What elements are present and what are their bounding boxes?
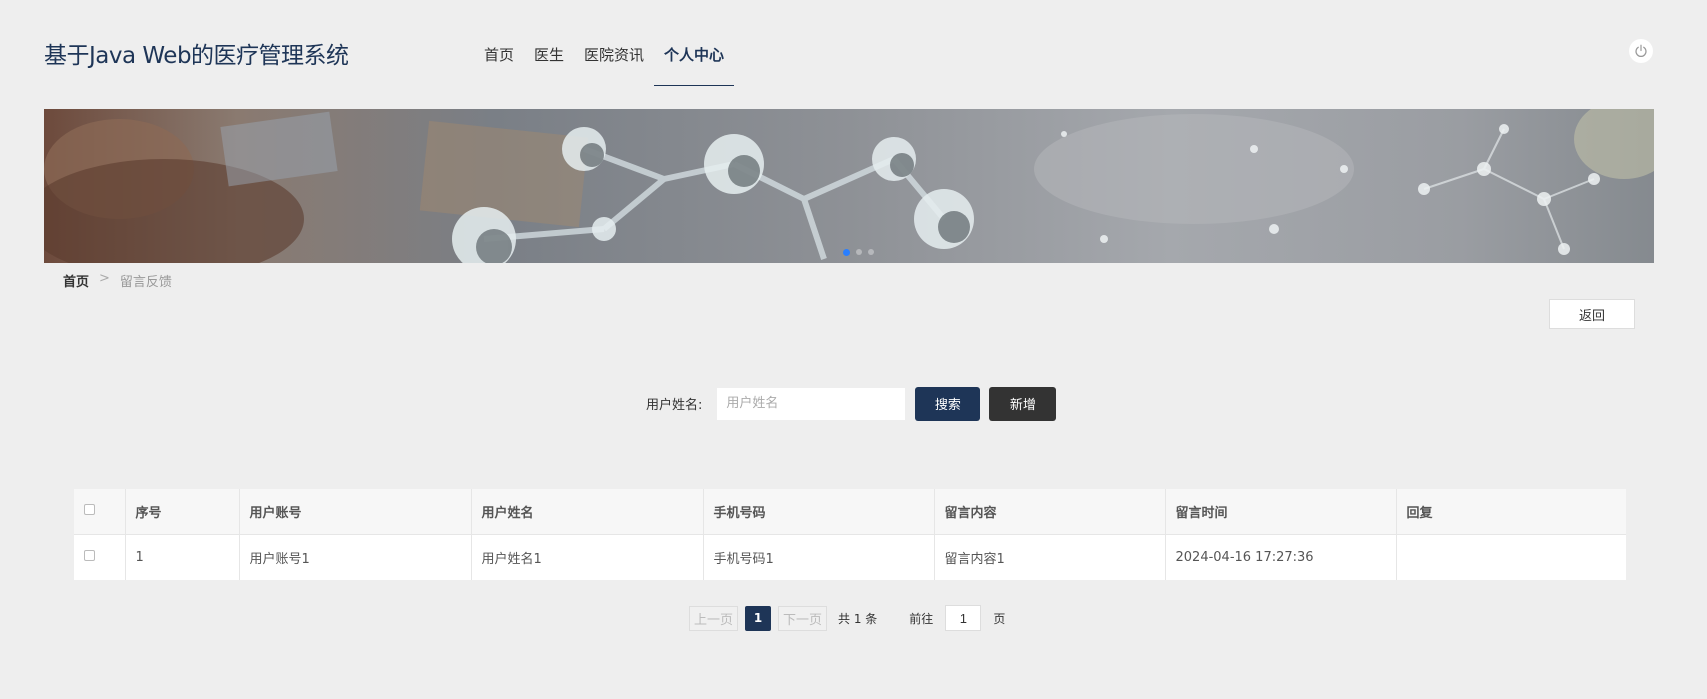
prev-page-button[interactable]: 上一页 (689, 605, 739, 631)
cell-content: 留言内容1 (934, 534, 1166, 580)
cell-time: 2024-04-16 17:27:36 (1165, 534, 1397, 580)
carousel-dot[interactable] (843, 249, 850, 256)
column-header: 用户账号 (239, 489, 472, 534)
breadcrumb-home[interactable]: 首页 (63, 271, 89, 290)
column-header: 回复 (1406, 505, 1433, 521)
search-button[interactable]: 搜索 (915, 386, 981, 421)
cell-account: 用户账号1 (239, 534, 472, 580)
username-search-input[interactable] (716, 386, 907, 421)
feedback-table: 序号 用户账号 用户姓名 手机号码 留言内容 留言时间 回复 1 用户账号1 用… (74, 489, 1626, 580)
pagination: 上一页 1 下一页 共 1 条 前往 页 (689, 605, 1005, 631)
goto-label: 前往 (909, 611, 934, 626)
site-title: 基于Java Web的医疗管理系统 (44, 43, 349, 69)
next-page-button[interactable]: 下一页 (778, 605, 828, 631)
page-unit-label: 页 (993, 611, 1006, 626)
header: 基于Java Web的医疗管理系统 首页 医生 医院资讯 个人中心 (0, 0, 1707, 86)
breadcrumb: 首页 > 留言反馈 (63, 271, 172, 290)
molecule-banner-image (44, 109, 1654, 263)
select-all-cell (74, 489, 126, 534)
row-checkbox[interactable] (84, 549, 95, 561)
nav-doctor[interactable]: 医生 (524, 26, 574, 86)
cell-reply (1396, 534, 1626, 580)
nav-home[interactable]: 首页 (474, 26, 524, 86)
main-nav: 首页 医生 医院资讯 个人中心 (474, 26, 735, 86)
carousel-dot[interactable] (856, 249, 862, 255)
column-header: 留言内容 (934, 489, 1166, 534)
back-button[interactable]: 返回 (1549, 299, 1635, 329)
banner-carousel (44, 109, 1654, 263)
total-count: 共 1 条 (838, 611, 878, 626)
cell-phone: 手机号码1 (703, 534, 935, 580)
column-header: 用户姓名 (471, 489, 704, 534)
cell-seq: 1 (125, 534, 240, 580)
nav-personal-center[interactable]: 个人中心 (654, 26, 735, 86)
row-select-cell (74, 534, 126, 580)
column-header: 留言时间 (1165, 489, 1397, 534)
search-bar: 用户姓名: 搜索 新增 (646, 386, 1057, 421)
column-header: 手机号码 (703, 489, 935, 534)
table-row[interactable]: 1 用户账号1 用户姓名1 手机号码1 留言内容1 2024-04-16 17:… (74, 534, 1626, 580)
carousel-indicators (843, 249, 874, 256)
cell-name: 用户姓名1 (471, 534, 704, 580)
table-header-row: 序号 用户账号 用户姓名 手机号码 留言内容 留言时间 回复 (74, 489, 1626, 534)
power-icon (1635, 44, 1647, 57)
nav-hospital-news[interactable]: 医院资讯 (574, 26, 654, 86)
select-all-checkbox[interactable] (84, 503, 95, 515)
page-number[interactable]: 1 (745, 605, 772, 631)
logout-button[interactable] (1629, 39, 1653, 63)
search-label: 用户姓名: (646, 398, 703, 413)
goto-page-input[interactable] (945, 605, 982, 631)
column-header: 序号 (125, 489, 240, 534)
breadcrumb-separator: > (99, 271, 110, 286)
breadcrumb-current: 留言反馈 (119, 275, 172, 290)
add-button[interactable]: 新增 (989, 386, 1057, 421)
carousel-dot[interactable] (868, 249, 874, 255)
